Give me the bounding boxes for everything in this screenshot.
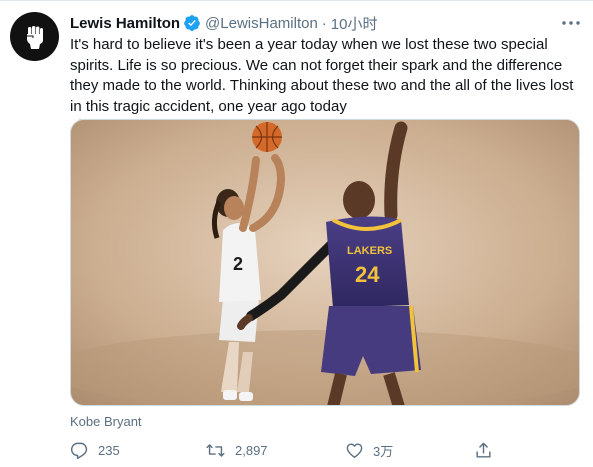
tweet-text-line: they made to the world. Thinking about t… [70, 77, 574, 94]
reply-button[interactable]: 235 [70, 439, 120, 461]
separator-dot: · [321, 14, 327, 32]
like-count: 3万 [373, 443, 394, 459]
verified-badge-icon [183, 14, 201, 32]
share-icon [476, 442, 491, 458]
reply-count: 235 [98, 442, 120, 458]
tweet-text-line: in this tragic accident, one year ago to… [70, 97, 347, 115]
reply-icon [70, 442, 88, 459]
jersey-number-right: 24 [355, 262, 380, 287]
tweet-text-line: spirits. Life is so precious. We can not… [70, 56, 563, 74]
tweet-text-line: It's hard to believe it's been a year to… [70, 36, 548, 53]
share-button[interactable] [474, 439, 502, 461]
media-image[interactable]: 2 LAKERS 24 [70, 119, 580, 406]
author-name[interactable]: Lewis Hamilton [70, 15, 180, 32]
jersey-number-left: 2 [233, 254, 243, 274]
avatar[interactable] [10, 12, 59, 61]
tweet-card[interactable]: Lewis Hamilton @LewisHamilton · 10小时 It'… [0, 0, 593, 467]
raised-fist-icon [26, 25, 43, 49]
tweet-timestamp[interactable]: 10小时 [331, 13, 378, 34]
retweet-button[interactable]: 2,897 [205, 439, 268, 461]
retweet-count: 2,897 [235, 442, 268, 458]
more-options-icon[interactable] [561, 13, 581, 33]
heart-icon [346, 442, 363, 458]
retweet-icon [206, 443, 225, 457]
author-handle[interactable]: @LewisHamilton [205, 15, 318, 32]
like-button[interactable]: 3万 [345, 439, 393, 461]
tweet-header: Lewis Hamilton @LewisHamilton · 10小时 [70, 13, 573, 33]
media-caption[interactable]: Kobe Bryant [70, 414, 142, 429]
tweet-actions: 235 2,897 3万 [70, 439, 593, 461]
jersey-text: LAKERS [347, 245, 392, 257]
